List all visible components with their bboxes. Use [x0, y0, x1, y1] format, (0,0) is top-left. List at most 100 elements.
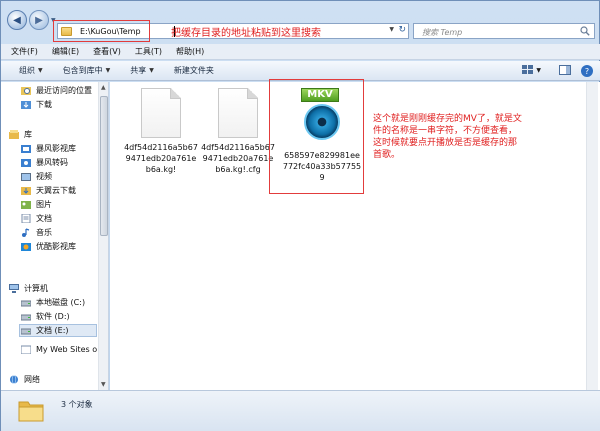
include-library-label: 包含到库中	[62, 66, 103, 75]
menu-view[interactable]: 查看(V)	[93, 46, 121, 57]
nav-item-label: 计算机	[24, 284, 48, 293]
nav-item-baofeng-library[interactable]: 暴风影视库	[21, 142, 76, 155]
library-icon	[9, 130, 19, 139]
scroll-up-icon[interactable]: ▲	[101, 84, 106, 91]
nav-item-label: 文档	[36, 214, 52, 223]
nav-item-label: 本地磁盘 (C:)	[36, 298, 86, 307]
nav-item-computer[interactable]: 计算机	[9, 282, 48, 295]
nav-item-network[interactable]: 网络	[9, 373, 40, 386]
nav-item-my-web-sites[interactable]: My Web Sites o	[21, 343, 97, 356]
nav-item-drive-d[interactable]: 软件 (D:)	[21, 310, 70, 323]
status-bar: 3 个对象	[1, 390, 600, 431]
nav-item-label: 网络	[24, 375, 40, 384]
share-label: 共享	[130, 66, 147, 75]
nav-item-label: 下载	[36, 100, 52, 109]
file-name: 4df54d2116a5b679471edb20a761eb6a.kg!.cfg	[201, 143, 275, 174]
chevron-down-icon: ▼	[38, 67, 43, 74]
view-grid-icon	[522, 65, 534, 74]
drive-icon	[21, 314, 31, 321]
mkv-highlight-box	[269, 79, 364, 194]
forward-arrow-icon: ▶	[35, 14, 43, 26]
nav-item-videos[interactable]: 视频	[21, 170, 52, 183]
nav-scrollbar-thumb[interactable]	[100, 96, 108, 236]
nav-item-pictures[interactable]: 图片	[21, 198, 52, 211]
command-bar: 组织 ▼ 包含到库中 ▼ 共享 ▼ 新建文件夹 ▼ ?	[1, 61, 600, 81]
menu-bar: 文件(F) 编辑(E) 查看(V) 工具(T) 帮助(H)	[1, 44, 600, 60]
recent-places-icon	[21, 87, 31, 95]
blank-file-icon	[218, 88, 258, 138]
video-icon	[21, 173, 31, 181]
preview-pane-icon	[559, 65, 571, 75]
nav-item-youku-library[interactable]: 优酷影视库	[21, 240, 76, 253]
nav-item-label: 图片	[36, 200, 52, 209]
back-button[interactable]: ◀	[7, 10, 27, 30]
nav-item-label: 暴风影视库	[36, 144, 76, 153]
chevron-down-icon: ▼	[149, 67, 154, 74]
share-button[interactable]: 共享 ▼	[130, 65, 154, 76]
nav-item-label: 天翼云下载	[36, 186, 76, 195]
nav-item-downloads[interactable]: 下载	[21, 98, 52, 111]
cloud-download-icon	[21, 187, 31, 195]
nav-item-label: 视频	[36, 172, 52, 181]
nav-item-drive-c[interactable]: 本地磁盘 (C:)	[21, 296, 85, 309]
menu-file[interactable]: 文件(F)	[11, 46, 38, 57]
pictures-icon	[21, 201, 31, 209]
menu-edit[interactable]: 编辑(E)	[52, 46, 79, 57]
download-folder-icon	[21, 101, 31, 109]
nav-scrollbar[interactable]: ▲ ▼	[98, 82, 108, 390]
nav-item-baofeng-transcode[interactable]: 暴风转码	[21, 156, 68, 169]
file-item[interactable]: 4df54d2116a5b679471edb20a761eb6a.kg!.cfg	[201, 88, 275, 175]
drive-icon	[21, 328, 31, 335]
organize-button[interactable]: 组织 ▼	[19, 65, 43, 76]
nav-item-cloud-download[interactable]: 天翼云下载	[21, 184, 76, 197]
include-in-library-button[interactable]: 包含到库中 ▼	[63, 65, 111, 76]
nav-item-documents[interactable]: 文档	[21, 212, 52, 225]
computer-icon	[9, 284, 19, 293]
scroll-down-icon[interactable]: ▼	[101, 381, 106, 388]
content-scrollbar[interactable]	[586, 82, 598, 390]
nav-item-label: 优酷影视库	[36, 242, 76, 251]
chevron-down-icon: ▼	[536, 66, 541, 74]
nav-item-label: My Web Sites o	[36, 345, 98, 354]
chevron-down-icon: ▼	[105, 67, 111, 74]
nav-item-libraries[interactable]: 库	[9, 128, 32, 141]
transcode-icon	[21, 159, 31, 167]
documents-icon	[21, 214, 31, 223]
nav-item-drive-e[interactable]: 文档 (E:)	[19, 324, 97, 337]
music-icon	[22, 228, 30, 237]
address-highlight-box	[53, 20, 150, 42]
nav-item-label: 软件 (D:)	[36, 312, 70, 321]
refresh-icon[interactable]: ↻	[398, 25, 406, 35]
network-icon	[10, 375, 18, 384]
forward-button[interactable]: ▶	[29, 10, 49, 30]
search-placeholder: 搜索 Temp	[422, 28, 463, 37]
address-dropdown-icon[interactable]: ▼	[389, 26, 394, 33]
nav-item-recent[interactable]: 最近访问的位置	[21, 84, 92, 97]
menu-help[interactable]: 帮助(H)	[176, 46, 204, 57]
item-count: 3 个对象	[61, 400, 93, 409]
new-folder-button[interactable]: 新建文件夹	[174, 65, 214, 76]
nav-item-label: 暴风转码	[36, 158, 68, 167]
address-row: ◀ ▶ ▼ E:\KuGou\Temp ▼ ↻ 把缓存目录的地址粘贴到这里搜索 …	[1, 1, 600, 43]
blank-file-icon	[141, 88, 181, 138]
video-library-icon	[21, 145, 31, 153]
folder-icon	[18, 401, 44, 422]
mkv-annotation: 这个就是刚刚缓存完的MV了，就是文件的名称是一串字符，不方便查看，这时候就要点开…	[373, 114, 522, 160]
back-arrow-icon: ◀	[13, 14, 21, 26]
explorer-window: ◀ ▶ ▼ E:\KuGou\Temp ▼ ↻ 把缓存目录的地址粘贴到这里搜索 …	[0, 0, 600, 431]
nav-item-label: 文档 (E:)	[36, 326, 69, 335]
preview-pane-button[interactable]	[559, 65, 571, 75]
change-view-button[interactable]: ▼	[522, 65, 541, 75]
drive-icon	[21, 300, 31, 307]
help-button[interactable]: ?	[581, 65, 593, 77]
nav-item-music[interactable]: 音乐	[21, 226, 52, 239]
nav-item-label: 音乐	[36, 228, 52, 237]
search-icon[interactable]	[580, 26, 590, 36]
new-folder-label: 新建文件夹	[173, 66, 214, 75]
search-box[interactable]: 搜索 Temp	[413, 23, 595, 39]
nav-item-label: 库	[24, 130, 32, 139]
youku-library-icon	[21, 243, 31, 251]
file-name: 4df54d2116a5b679471edb20a761eb6a.kg!	[124, 143, 198, 174]
file-item[interactable]: 4df54d2116a5b679471edb20a761eb6a.kg!	[124, 88, 198, 175]
menu-tools[interactable]: 工具(T)	[135, 46, 162, 57]
